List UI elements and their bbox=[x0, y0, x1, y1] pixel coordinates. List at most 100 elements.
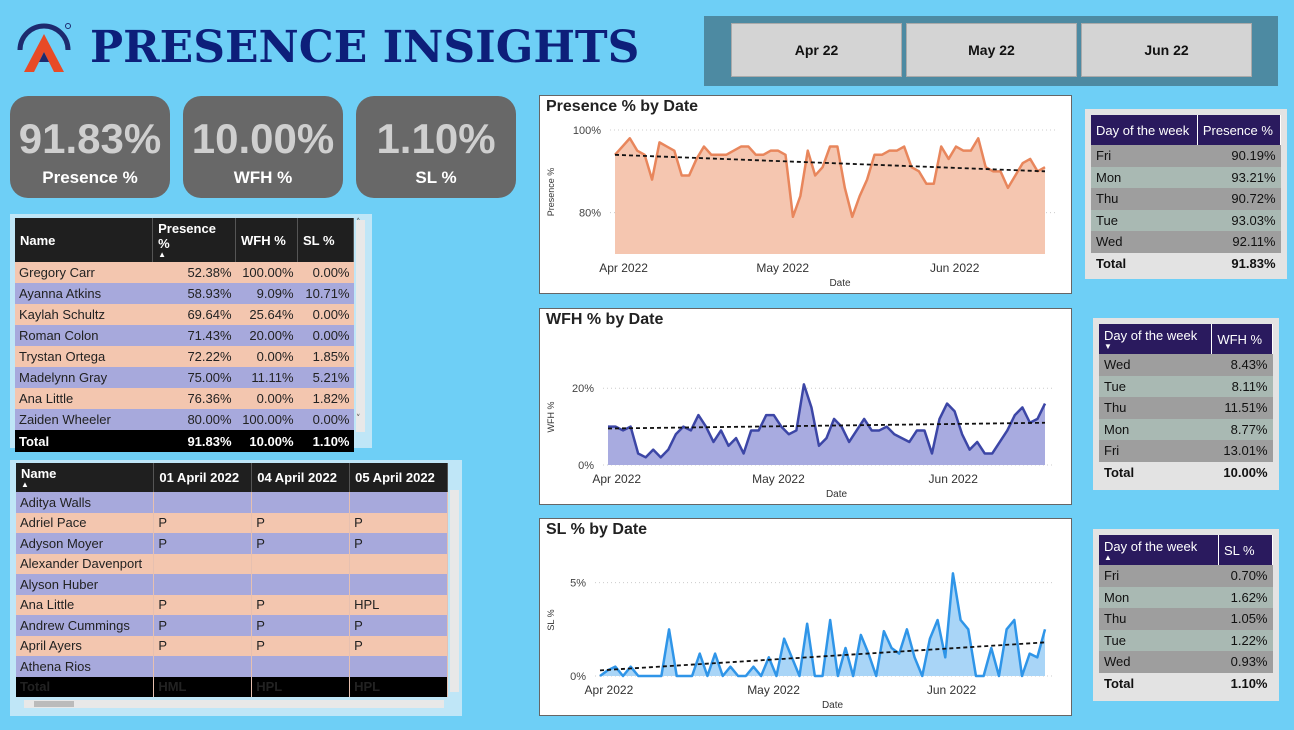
table-row[interactable]: Thu 11.51% bbox=[1099, 397, 1273, 419]
table-row[interactable]: Fri 13.01% bbox=[1099, 440, 1273, 462]
value-cell: 8.11% bbox=[1211, 375, 1273, 397]
y-tick-label: 100% bbox=[573, 125, 601, 137]
attendance-v-scrollbar[interactable] bbox=[450, 490, 459, 692]
table-header-row: Day of the week Presence % bbox=[1091, 115, 1282, 145]
table-row[interactable]: Ana Little P P HPL bbox=[16, 594, 448, 615]
trend-line bbox=[607, 421, 1046, 430]
sort-descending-icon: ▼ bbox=[1104, 341, 1112, 351]
col-presence-label: Presence % bbox=[158, 221, 216, 251]
table-row[interactable]: Wed 0.93% bbox=[1099, 651, 1273, 673]
y-tick-label: 5% bbox=[570, 578, 586, 590]
table-row[interactable]: Tue 8.11% bbox=[1099, 375, 1273, 397]
col-wfh-header[interactable]: WFH % bbox=[235, 218, 299, 262]
table-row[interactable]: Trystan Ortega 72.22% 0.00% 1.85% bbox=[15, 346, 354, 367]
table-row[interactable]: Roman Colon 71.43% 20.00% 0.00% bbox=[15, 325, 354, 346]
y-axis-label: Presence % bbox=[546, 168, 556, 217]
col-name-header[interactable]: Name bbox=[15, 218, 154, 262]
table-row[interactable]: Thu 90.72% bbox=[1091, 188, 1281, 210]
value-cell: 25.64% bbox=[235, 304, 298, 325]
col-name-header[interactable]: Name ▲ bbox=[16, 463, 155, 492]
table-row[interactable]: Adyson Moyer P P P bbox=[16, 533, 448, 554]
value-cell: 0.00% bbox=[235, 388, 298, 409]
table-row[interactable]: Zaiden Wheeler 80.00% 100.00% 0.00% bbox=[15, 409, 354, 430]
attendance-cell bbox=[349, 574, 448, 595]
table-row[interactable]: Alyson Huber bbox=[16, 574, 448, 595]
table-row[interactable]: Athena Rios bbox=[16, 656, 448, 677]
table-row[interactable]: Mon 93.21% bbox=[1091, 166, 1281, 188]
wfh-chart: WFH % by Date 0% 20% Apr 2022 May 2022 Jun 2… bbox=[539, 308, 1072, 505]
table-scrollbar[interactable] bbox=[356, 220, 365, 432]
col-date3-header[interactable]: 05 April 2022 bbox=[349, 463, 448, 492]
attendance-cell: P bbox=[349, 533, 448, 554]
presence-kpi-label: Presence % bbox=[42, 168, 138, 187]
employee-name-cell: Alexander Davenport bbox=[16, 553, 155, 574]
scroll-down-icon[interactable]: ˅ bbox=[356, 414, 361, 424]
col-day-header[interactable]: Day of the week ▲ bbox=[1099, 535, 1219, 565]
table-row[interactable]: Alexander Davenport bbox=[16, 553, 448, 574]
value-cell: 90.72% bbox=[1197, 188, 1281, 210]
attendance-cell: P bbox=[251, 512, 351, 533]
attendance-cell bbox=[153, 574, 253, 595]
value-cell: 1.22% bbox=[1218, 629, 1273, 651]
slicer-apr-button[interactable]: Apr 22 bbox=[731, 23, 902, 77]
table-row[interactable]: Tue 1.22% bbox=[1099, 629, 1273, 651]
col-presence-header[interactable]: Presence % ▲ bbox=[152, 218, 237, 262]
total-cell: HPL bbox=[251, 676, 351, 697]
sl-kpi-value: 1.10% bbox=[376, 115, 496, 162]
slicer-jun-button[interactable]: Jun 22 bbox=[1081, 23, 1252, 77]
table-row[interactable]: Wed 92.11% bbox=[1091, 231, 1281, 253]
col-day-header[interactable]: Day of the week bbox=[1091, 115, 1198, 145]
col-value-header[interactable]: SL % bbox=[1218, 535, 1274, 565]
col-sl-header[interactable]: SL % bbox=[297, 218, 354, 262]
table-row[interactable]: Andrew Cummings P P P bbox=[16, 615, 448, 636]
day-cell: Thu bbox=[1091, 188, 1198, 210]
value-cell: 1.62% bbox=[1218, 586, 1273, 608]
col-value-header[interactable]: WFH % bbox=[1211, 324, 1273, 354]
scroll-up-icon[interactable]: ˄ bbox=[356, 218, 361, 228]
attendance-h-scrollbar[interactable] bbox=[24, 700, 444, 708]
x-tick-label: Jun 2022 bbox=[927, 683, 977, 697]
table-row[interactable]: Madelynn Gray 75.00% 11.11% 5.21% bbox=[15, 367, 354, 388]
attendance-cell bbox=[251, 492, 351, 513]
value-cell: 93.21% bbox=[1197, 166, 1281, 188]
value-cell: 0.93% bbox=[1218, 651, 1273, 673]
table-row[interactable]: Kaylah Schultz 69.64% 25.64% 0.00% bbox=[15, 304, 354, 325]
day-cell: Mon bbox=[1099, 586, 1219, 608]
presence-area-chart: 80% 100% Apr 2022 May 2022 Jun 2022 Date Prese… bbox=[546, 125, 1055, 289]
value-cell: 0.00% bbox=[235, 346, 298, 367]
slicer-may-button[interactable]: May 22 bbox=[906, 23, 1077, 77]
table-row[interactable]: Wed 8.43% bbox=[1099, 354, 1273, 376]
col-value-header[interactable]: Presence % bbox=[1197, 115, 1282, 145]
wfh-kpi-label: WFH % bbox=[233, 168, 293, 187]
table-row[interactable]: Thu 1.05% bbox=[1099, 608, 1273, 630]
value-cell: 80.00% bbox=[152, 409, 236, 430]
attendance-cell bbox=[153, 553, 253, 574]
day-cell: Fri bbox=[1099, 565, 1219, 587]
table-row[interactable]: Gregory Carr 52.38% 100.00% 0.00% bbox=[15, 262, 354, 283]
table-row[interactable]: Mon 1.62% bbox=[1099, 586, 1273, 608]
table-row[interactable]: Fri 90.19% bbox=[1091, 145, 1281, 167]
table-row[interactable]: Ayanna Atkins 58.93% 9.09% 10.71% bbox=[15, 283, 354, 304]
table-row[interactable]: Mon 8.77% bbox=[1099, 418, 1273, 440]
col-date2-header[interactable]: 04 April 2022 bbox=[251, 463, 351, 492]
table-row[interactable]: Fri 0.70% bbox=[1099, 565, 1273, 587]
y-tick-label: 0% bbox=[578, 460, 594, 472]
x-tick-label: May 2022 bbox=[756, 261, 809, 275]
table-row[interactable]: April Ayers P P P bbox=[16, 635, 448, 656]
table-row[interactable]: Ana Little 76.36% 0.00% 1.82% bbox=[15, 388, 354, 409]
col-date1-header[interactable]: 01 April 2022 bbox=[153, 463, 253, 492]
employee-name-cell: Madelynn Gray bbox=[15, 367, 153, 388]
h-scroll-thumb[interactable] bbox=[34, 701, 74, 707]
sl-chart: SL % by Date 0% 5% Apr 2022 May 2022 Jun 202… bbox=[539, 518, 1072, 716]
table-row[interactable]: Tue 93.03% bbox=[1091, 209, 1281, 231]
table-row[interactable]: Adriel Pace P P P bbox=[16, 512, 448, 533]
value-cell: 90.19% bbox=[1197, 145, 1281, 167]
col-day-header[interactable]: Day of the week ▼ bbox=[1099, 324, 1213, 354]
table-row[interactable]: Aditya Walls bbox=[16, 492, 448, 513]
table-header-row: Day of the week ▲ SL % bbox=[1099, 535, 1274, 565]
employee-name-cell: Ayanna Atkins bbox=[15, 283, 153, 304]
employee-name-cell: Trystan Ortega bbox=[15, 346, 153, 367]
y-axis-label: SL % bbox=[546, 609, 556, 630]
attendance-cell: P bbox=[251, 533, 351, 554]
table-header-row: Name Presence % ▲ WFH % SL % bbox=[15, 218, 354, 262]
